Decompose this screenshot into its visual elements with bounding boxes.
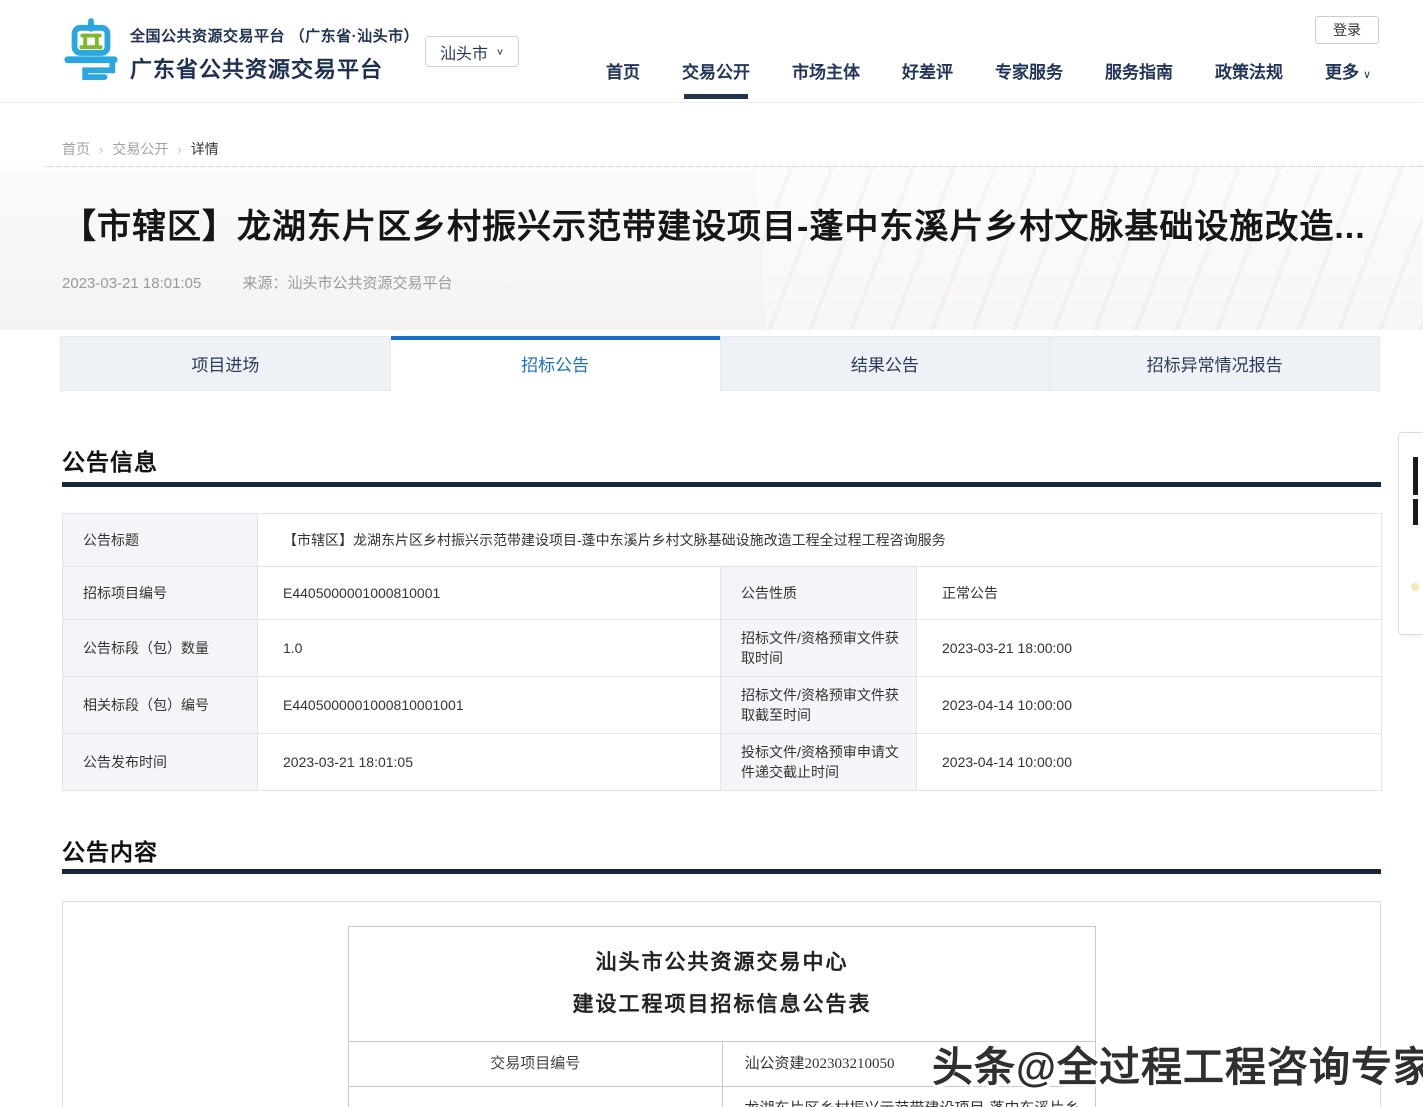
nav-item-market-entities[interactable]: 市场主体 — [792, 58, 860, 103]
row-label: 招标文件/资格预审文件获取时间 — [721, 620, 917, 677]
nav-item-expert-services[interactable]: 专家服务 — [995, 58, 1063, 103]
announcement-info-table: 公告标题 【市辖区】龙湖东片区乡村振兴示范带建设项目-蓬中东溪片乡村文脉基础设施… — [62, 513, 1382, 791]
section-title-announcement-info: 公告信息 — [62, 443, 158, 477]
page-title: 【市辖区】龙湖东片区乡村振兴示范带建设项目-蓬中东溪片乡村文脉基础设施改造... — [62, 199, 1392, 248]
brand-title: 广东省公共资源交易平台 — [130, 52, 419, 84]
floating-side-toolbar[interactable] — [1398, 432, 1423, 635]
toutiao-watermark: 头条@全过程工程咨询专家 — [932, 1033, 1423, 1093]
nav-item-trade-public[interactable]: 交易公开 — [682, 58, 750, 103]
guangdong-platform-logo-icon — [62, 13, 120, 89]
row-value: 2023-03-21 18:00:00 — [917, 620, 1382, 677]
row-label: 交易项目编号 — [349, 1042, 723, 1087]
doc-title-line1: 汕头市公共资源交易中心 — [359, 941, 1085, 983]
chevron-down-icon: ∨ — [496, 46, 504, 56]
breadcrumb-separator-icon: › — [177, 142, 181, 157]
row-label: 工程名称 — [349, 1087, 723, 1107]
table-row: 相关标段（包）编号 E4405000001000810001001 招标文件/资… — [63, 677, 1382, 734]
row-value: 【市辖区】龙湖东片区乡村振兴示范带建设项目-蓬中东溪片乡村文脉基础设施改造工程全… — [258, 514, 1382, 567]
tab-project-entry[interactable]: 项目进场 — [60, 336, 391, 391]
brand-subtitle: 全国公共资源交易平台 （广东省·汕头市） — [130, 25, 419, 46]
row-label: 公告性质 — [721, 567, 917, 620]
city-selector-value: 汕头市 — [440, 40, 488, 64]
section-title-underline — [62, 869, 1381, 874]
article-banner — [0, 167, 1423, 330]
article-source: 来源：汕头市公共资源交易平台 — [242, 275, 452, 292]
table-row: 公告发布时间 2023-03-21 18:01:05 投标文件/资格预审申请文件… — [63, 734, 1382, 791]
row-value: 正常公告 — [917, 567, 1382, 620]
row-value: 2023-03-21 18:01:05 — [258, 734, 721, 791]
nav-item-more[interactable]: 更多∨ — [1325, 58, 1371, 103]
row-value: 2023-04-14 10:00:00 — [917, 677, 1382, 734]
main-nav: 首页 交易公开 市场主体 好差评 专家服务 服务指南 政策法规 更多∨ — [606, 58, 1371, 103]
breadcrumb: 首页 › 交易公开 › 详情 — [62, 139, 219, 159]
row-label: 公告发布时间 — [63, 734, 258, 791]
city-selector[interactable]: 汕头市 ∨ — [425, 36, 519, 67]
login-button[interactable]: 登录 — [1315, 16, 1379, 44]
publish-time: 2023-03-21 18:01:05 — [62, 275, 201, 292]
row-label: 相关标段（包）编号 — [63, 677, 258, 734]
site-header: 全国公共资源交易平台 （广东省·汕头市） 广东省公共资源交易平台 汕头市 ∨ 首… — [0, 0, 1423, 103]
breadcrumb-home[interactable]: 首页 — [62, 139, 90, 159]
row-label: 招标项目编号 — [63, 567, 258, 620]
chevron-down-icon: ∨ — [1363, 69, 1371, 81]
tab-result-announcement[interactable]: 结果公告 — [721, 336, 1051, 391]
doc-title-line2: 建设工程项目招标信息公告表 — [359, 983, 1085, 1025]
nav-item-service-guide[interactable]: 服务指南 — [1105, 58, 1173, 103]
table-row: 公告标段（包）数量 1.0 招标文件/资格预审文件获取时间 2023-03-21… — [63, 620, 1382, 677]
toolbar-glyph-fragment — [1413, 499, 1418, 525]
breadcrumb-current: 详情 — [191, 139, 219, 159]
row-value: E4405000001000810001001 — [258, 677, 721, 734]
table-row: 公告标题 【市辖区】龙湖东片区乡村振兴示范带建设项目-蓬中东溪片乡村文脉基础设施… — [63, 514, 1382, 567]
row-value: 1.0 — [258, 620, 721, 677]
row-label: 招标文件/资格预审文件获取截至时间 — [721, 677, 917, 734]
page: 全国公共资源交易平台 （广东省·汕头市） 广东省公共资源交易平台 汕头市 ∨ 首… — [0, 0, 1423, 1107]
section-title-announcement-content: 公告内容 — [62, 833, 158, 867]
tab-abnormal-report[interactable]: 招标异常情况报告 — [1050, 336, 1380, 391]
breadcrumb-trade-public[interactable]: 交易公开 — [112, 139, 168, 159]
row-label: 公告标题 — [63, 514, 258, 567]
section-title-underline — [62, 482, 1381, 487]
tab-bid-announcement[interactable]: 招标公告 — [391, 336, 721, 391]
table-row: 汕头市公共资源交易中心 建设工程项目招标信息公告表 — [349, 927, 1096, 1042]
row-value: E4405000001000810001 — [258, 567, 721, 620]
table-row: 招标项目编号 E4405000001000810001 公告性质 正常公告 — [63, 567, 1382, 620]
toolbar-dot-decoration — [1411, 583, 1419, 591]
announcement-tabs: 项目进场 招标公告 结果公告 招标异常情况报告 — [60, 336, 1380, 391]
row-value: 2023-04-14 10:00:00 — [917, 734, 1382, 791]
row-label: 投标文件/资格预审申请文件递交截止时间 — [721, 734, 917, 791]
nav-item-home[interactable]: 首页 — [606, 58, 640, 103]
article-meta: 2023-03-21 18:01:05 来源：汕头市公共资源交易平台 — [62, 272, 452, 293]
toolbar-glyph-fragment — [1413, 457, 1418, 495]
banner-background-decoration — [755, 167, 1423, 330]
row-label: 公告标段（包）数量 — [63, 620, 258, 677]
doc-title-cell: 汕头市公共资源交易中心 建设工程项目招标信息公告表 — [349, 927, 1096, 1042]
nav-item-reviews[interactable]: 好差评 — [902, 58, 953, 103]
brand-text: 全国公共资源交易平台 （广东省·汕头市） 广东省公共资源交易平台 — [130, 25, 419, 84]
nav-item-policies[interactable]: 政策法规 — [1215, 58, 1283, 103]
breadcrumb-separator-icon: › — [99, 142, 103, 157]
